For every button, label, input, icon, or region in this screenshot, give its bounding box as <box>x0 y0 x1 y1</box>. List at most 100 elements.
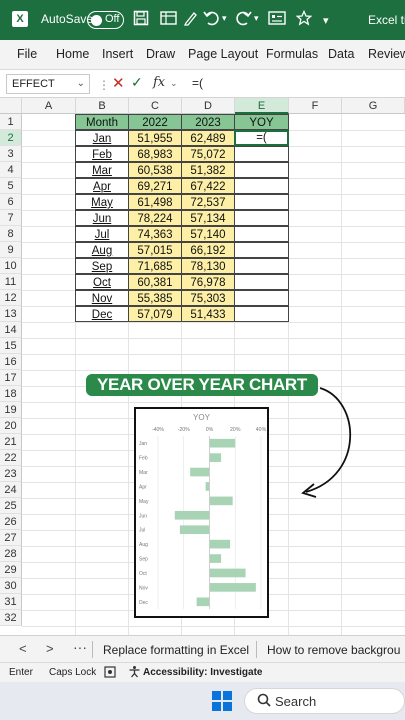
value-2022-cell[interactable]: 60,381 <box>128 274 182 290</box>
month-cell[interactable]: May <box>75 194 129 210</box>
undo-icon[interactable] <box>203 10 221 31</box>
value-2022-cell[interactable]: 57,015 <box>128 242 182 258</box>
row-header[interactable]: 9 <box>0 242 22 258</box>
column-header-f[interactable]: F <box>289 98 342 114</box>
value-2022-cell[interactable]: 55,385 <box>128 290 182 306</box>
sheet-tab[interactable]: How to remove backgrou <box>267 643 400 657</box>
month-cell[interactable]: Jan <box>75 130 129 146</box>
value-2023-cell[interactable]: 51,382 <box>181 162 235 178</box>
row-header[interactable]: 11 <box>0 274 22 290</box>
value-2023-cell[interactable]: 67,422 <box>181 178 235 194</box>
more-sheets-icon[interactable]: ··· <box>73 639 87 655</box>
customize-toolbar-icon[interactable]: ▾ <box>323 14 329 27</box>
row-header[interactable]: 27 <box>0 530 22 546</box>
accessibility-icon[interactable] <box>128 665 141 681</box>
accessibility-status[interactable]: Accessibility: Investigate <box>143 667 263 678</box>
header-month[interactable]: Month <box>75 114 129 130</box>
row-header[interactable]: 15 <box>0 338 22 354</box>
month-cell[interactable]: Apr <box>75 178 129 194</box>
yoy-cell[interactable] <box>234 194 289 210</box>
header-2022[interactable]: 2022 <box>128 114 182 130</box>
row-header[interactable]: 12 <box>0 290 22 306</box>
value-2023-cell[interactable]: 66,192 <box>181 242 235 258</box>
value-2023-cell[interactable]: 62,489 <box>181 130 235 146</box>
tab-page-layout[interactable]: Page Layout <box>188 47 258 61</box>
value-2023-cell[interactable]: 57,134 <box>181 210 235 226</box>
tab-home[interactable]: Home <box>56 47 89 61</box>
yoy-cell[interactable] <box>234 178 289 194</box>
value-2022-cell[interactable]: 61,498 <box>128 194 182 210</box>
draw-icon[interactable] <box>183 10 199 31</box>
yoy-cell[interactable] <box>234 226 289 242</box>
row-header[interactable]: 16 <box>0 354 22 370</box>
insert-function-button[interactable]: fx <box>153 75 165 90</box>
value-2022-cell[interactable]: 69,271 <box>128 178 182 194</box>
tab-insert[interactable]: Insert <box>102 47 133 61</box>
value-2023-cell[interactable]: 51,433 <box>181 306 235 322</box>
row-header[interactable]: 4 <box>0 162 22 178</box>
value-2023-cell[interactable]: 75,072 <box>181 146 235 162</box>
windows-start-icon[interactable] <box>212 691 232 711</box>
row-header[interactable]: 28 <box>0 546 22 562</box>
column-header-d[interactable]: D <box>182 98 235 114</box>
yoy-cell[interactable] <box>234 242 289 258</box>
row-header[interactable]: 13 <box>0 306 22 322</box>
enter-icon[interactable]: ✓ <box>131 74 143 91</box>
yoy-cell[interactable] <box>234 162 289 178</box>
value-2023-cell[interactable]: 78,130 <box>181 258 235 274</box>
value-2022-cell[interactable]: 51,955 <box>128 130 182 146</box>
chevron-down-icon[interactable]: ⌄ <box>170 78 178 89</box>
yoy-cell[interactable] <box>234 210 289 226</box>
value-2022-cell[interactable]: 57,079 <box>128 306 182 322</box>
previous-sheet-button[interactable]: < <box>19 641 27 656</box>
value-2023-cell[interactable]: 57,140 <box>181 226 235 242</box>
undo-dropdown-icon[interactable]: ▾ <box>222 13 227 24</box>
row-header[interactable]: 30 <box>0 578 22 594</box>
row-header[interactable]: 5 <box>0 178 22 194</box>
row-header[interactable]: 22 <box>0 450 22 466</box>
yoy-cell[interactable] <box>234 258 289 274</box>
tab-data[interactable]: Data <box>328 47 354 61</box>
formula-input[interactable]: =( <box>192 76 203 90</box>
row-header[interactable]: 18 <box>0 386 22 402</box>
yoy-cell[interactable] <box>234 274 289 290</box>
row-header[interactable]: 24 <box>0 482 22 498</box>
month-cell[interactable]: Jun <box>75 210 129 226</box>
tab-file[interactable]: File <box>17 47 37 61</box>
save-icon[interactable] <box>133 10 149 31</box>
column-header-c[interactable]: C <box>129 98 182 114</box>
row-header[interactable]: 29 <box>0 562 22 578</box>
chevron-down-icon[interactable]: ⌄ <box>77 78 85 89</box>
column-header-g[interactable]: G <box>342 98 405 114</box>
row-header[interactable]: 23 <box>0 466 22 482</box>
yoy-chart[interactable]: YOY -40% -20% 0% 20% 40% Jan Feb Mar Apr May Jun Jul… <box>134 407 269 618</box>
row-header[interactable]: 25 <box>0 498 22 514</box>
row-header[interactable]: 1 <box>0 114 22 130</box>
excel-icon[interactable]: X <box>12 11 28 27</box>
column-header-e[interactable]: E <box>235 98 289 114</box>
value-2022-cell[interactable]: 71,685 <box>128 258 182 274</box>
name-box[interactable]: EFFECT ⌄ <box>6 74 90 94</box>
row-header[interactable]: 14 <box>0 322 22 338</box>
tab-review[interactable]: Review <box>368 47 405 61</box>
value-2022-cell[interactable]: 68,983 <box>128 146 182 162</box>
form-icon[interactable] <box>268 10 286 31</box>
column-header-b[interactable]: B <box>76 98 129 114</box>
header-2023[interactable]: 2023 <box>181 114 235 130</box>
value-2022-cell[interactable]: 78,224 <box>128 210 182 226</box>
month-cell[interactable]: Aug <box>75 242 129 258</box>
month-cell[interactable]: Nov <box>75 290 129 306</box>
row-header[interactable]: 32 <box>0 610 22 626</box>
month-cell[interactable]: Sep <box>75 258 129 274</box>
row-header[interactable]: 20 <box>0 418 22 434</box>
tab-draw[interactable]: Draw <box>146 47 175 61</box>
value-2023-cell[interactable]: 75,303 <box>181 290 235 306</box>
row-header[interactable]: 21 <box>0 434 22 450</box>
row-header[interactable]: 8 <box>0 226 22 242</box>
month-cell[interactable]: Oct <box>75 274 129 290</box>
active-cell-editor[interactable]: =( <box>234 130 289 146</box>
row-header[interactable]: 3 <box>0 146 22 162</box>
row-header[interactable]: 6 <box>0 194 22 210</box>
header-yoy[interactable]: YOY <box>234 114 289 130</box>
tab-formulas[interactable]: Formulas <box>266 47 318 61</box>
